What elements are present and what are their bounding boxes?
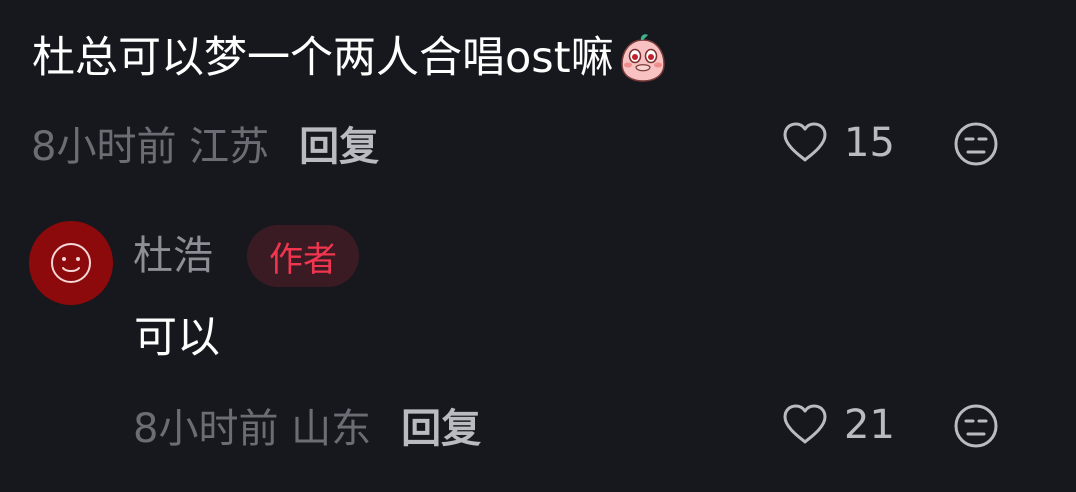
heart-outline-icon: [783, 122, 827, 162]
reply-time-location: 8小时前 山东: [133, 406, 372, 452]
smiley-face-icon: [51, 243, 91, 283]
neutral-face-icon[interactable]: [952, 402, 1000, 450]
heart-outline-icon: [783, 404, 827, 444]
author-name[interactable]: 杜浩: [133, 231, 213, 281]
blushing-peach-emoji-icon: [620, 34, 665, 82]
comment-reply-button[interactable]: 回复: [299, 114, 379, 172]
author-avatar[interactable]: [29, 221, 113, 305]
comment-like-count: 15: [844, 120, 895, 166]
reply-like-count: 21: [844, 402, 895, 448]
comment-meta-row: 8小时前 江苏 回复: [31, 118, 379, 170]
reply-text: 可以: [134, 313, 220, 363]
author-badge: 作者: [247, 225, 359, 287]
reply-meta-row: 8小时前 山东 回复: [133, 400, 481, 452]
comment-like-button[interactable]: 15: [780, 118, 895, 168]
comment-text: 杜总可以梦一个两人合唱ost嘛: [32, 30, 670, 86]
reply-reply-button[interactable]: 回复: [401, 396, 481, 454]
neutral-face-icon[interactable]: [952, 120, 1000, 168]
comment-time-location: 8小时前 江苏: [31, 124, 270, 170]
reply-like-button[interactable]: 21: [780, 400, 895, 450]
comment-text-content: 杜总可以梦一个两人合唱ost嘛: [32, 33, 614, 83]
